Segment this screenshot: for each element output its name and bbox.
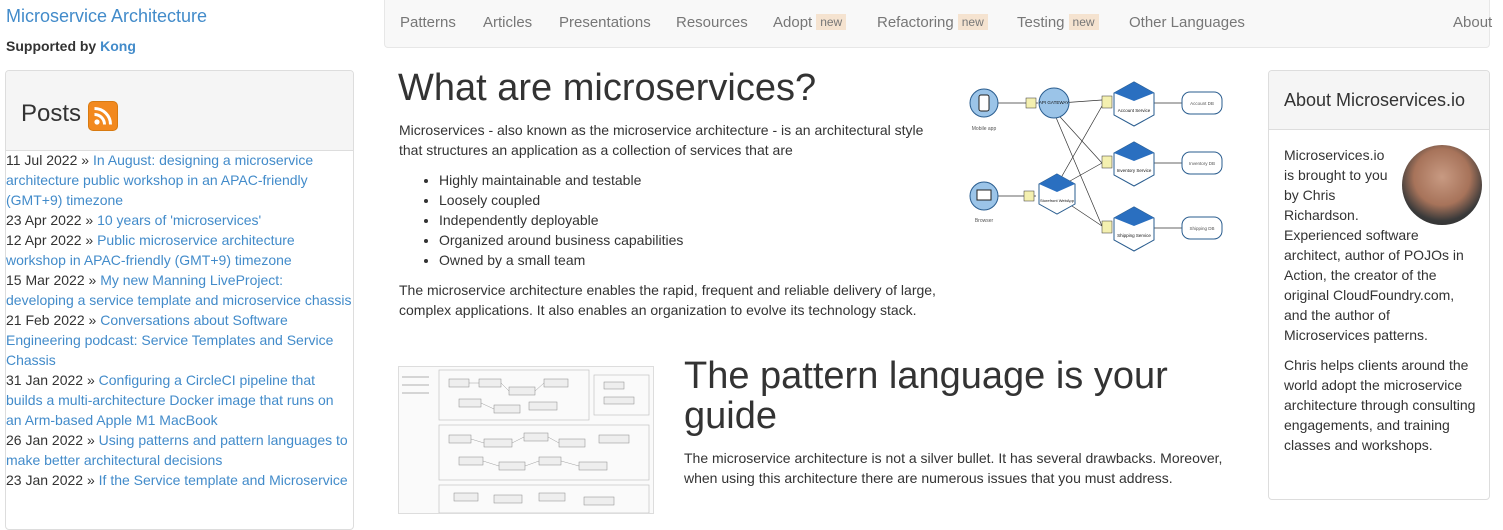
- nav-label: Presentations: [559, 14, 651, 31]
- new-badge: new: [1068, 14, 1099, 30]
- nav-other-languages[interactable]: Other Languages: [1129, 14, 1245, 31]
- list-item: 11 Jul 2022 » In August: designing a mic…: [6, 152, 314, 208]
- nav-resources[interactable]: Resources: [676, 14, 748, 31]
- inventory-label: Inventory Service: [1117, 168, 1152, 173]
- gateway-label: API GATEWAY: [1039, 100, 1069, 105]
- nav-adopt[interactable]: Adopt new: [773, 14, 847, 31]
- nav-label: Resources: [676, 14, 748, 31]
- nav-patterns[interactable]: Patterns: [400, 14, 456, 31]
- shipping-db-label: Shipping DB: [1189, 226, 1214, 231]
- posts-panel: Posts 11 Jul 2022 » In August: designing…: [5, 70, 354, 530]
- list-item: 31 Jan 2022 » Configuring a CircleCI pip…: [6, 372, 334, 428]
- pattern-language-thumbnail: [402, 369, 650, 514]
- post-date: 12 Apr 2022: [6, 232, 82, 248]
- page-title: What are microservices?: [398, 67, 817, 109]
- mobile-label: Mobile app: [972, 126, 997, 132]
- list-item: Highly maintainable and testable: [439, 170, 683, 190]
- supported-by: Supported by Kong: [6, 38, 136, 54]
- new-badge: new: [816, 14, 847, 30]
- post-link[interactable]: 10 years of 'microservices': [97, 212, 261, 228]
- site-title-link[interactable]: Microservice Architecture: [6, 6, 207, 27]
- about-title: About Microservices.io: [1284, 90, 1466, 110]
- list-item: Owned by a small team: [439, 250, 683, 270]
- top-navbar: Patterns Articles Presentations Resource…: [384, 0, 1492, 48]
- characteristics-list: Highly maintainable and testable Loosely…: [399, 170, 683, 270]
- nav-articles[interactable]: Articles: [483, 14, 532, 31]
- browser-label: Browser: [975, 218, 994, 224]
- drawbacks-paragraph: The microservice architecture is not a s…: [684, 450, 1223, 486]
- list-item: 23 Jan 2022 » If the Service template an…: [6, 472, 348, 488]
- pattern-language-diagram[interactable]: [398, 366, 654, 514]
- nav-about[interactable]: About: [1453, 14, 1492, 31]
- about-panel: About Microservices.io Microservices.io …: [1268, 70, 1490, 500]
- posts-heading: Posts: [6, 71, 353, 151]
- inventory-db-label: Inventory DB: [1189, 161, 1215, 166]
- nav-label: Refactoring: [877, 14, 954, 31]
- post-date: 21 Feb 2022: [6, 312, 85, 328]
- architecture-diagram: Mobile app Browser API GATEWAY Storefron…: [969, 81, 1223, 252]
- nav-label: Patterns: [400, 14, 456, 31]
- list-item: 21 Feb 2022 » Conversations about Softwa…: [6, 312, 334, 368]
- account-db-label: Account DB: [1190, 101, 1214, 106]
- kong-link[interactable]: Kong: [100, 38, 136, 54]
- post-date: 26 Jan 2022: [6, 432, 84, 448]
- nav-presentations[interactable]: Presentations: [559, 14, 651, 31]
- list-item: 15 Mar 2022 » My new Manning LiveProject…: [6, 272, 352, 308]
- account-label: Account Service: [1118, 108, 1151, 113]
- avatar: [1402, 145, 1482, 225]
- nav-label: About: [1453, 14, 1493, 31]
- new-badge: new: [957, 14, 988, 30]
- post-date: 31 Jan 2022: [6, 372, 84, 388]
- shipping-label: Shipping Service: [1117, 233, 1151, 238]
- post-date: 23 Jan 2022: [6, 472, 84, 488]
- list-item: 26 Jan 2022 » Using patterns and pattern…: [6, 432, 348, 468]
- list-item: 12 Apr 2022 » Public microservice archit…: [6, 232, 295, 268]
- nav-label: Other Languages: [1129, 14, 1245, 31]
- about-paragraph: Chris helps clients around the world ado…: [1284, 357, 1476, 453]
- post-link[interactable]: If the Service template and Microservice: [99, 472, 348, 488]
- rss-icon[interactable]: [88, 101, 118, 131]
- nav-label: Adopt: [773, 14, 813, 31]
- benefits-paragraph: The microservice architecture enables th…: [399, 282, 936, 318]
- about-body: Microservices.io is brought to you by Ch…: [1284, 145, 1482, 465]
- supported-prefix: Supported by: [6, 38, 101, 54]
- storefront-label: Storefront WebApp: [1040, 198, 1075, 203]
- post-date: 11 Jul 2022: [6, 152, 78, 168]
- browser-icon: [969, 181, 999, 211]
- list-item: 23 Apr 2022 » 10 years of 'microservices…: [6, 212, 262, 228]
- nav-testing[interactable]: Testing new: [1017, 14, 1099, 31]
- post-date: 15 Mar 2022: [6, 272, 85, 288]
- posts-title: Posts: [21, 100, 82, 127]
- about-heading: About Microservices.io: [1269, 71, 1489, 130]
- list-item: Organized around business capabilities: [439, 230, 683, 250]
- intro-paragraph: Microservices - also known as the micros…: [399, 122, 924, 158]
- post-date: 23 Apr 2022: [6, 212, 82, 228]
- about-paragraph: Microservices.io is brought to you by Ch…: [1284, 145, 1482, 345]
- mobile-app-icon: [969, 88, 999, 118]
- list-item: Loosely coupled: [439, 190, 683, 210]
- nav-label: Testing: [1017, 14, 1065, 31]
- list-item: Independently deployable: [439, 210, 683, 230]
- section-title: The pattern language is your guide: [684, 355, 1168, 437]
- nav-refactoring[interactable]: Refactoring new: [877, 14, 988, 31]
- nav-label: Articles: [483, 14, 533, 31]
- post-list: 11 Jul 2022 » In August: designing a mic…: [6, 150, 353, 490]
